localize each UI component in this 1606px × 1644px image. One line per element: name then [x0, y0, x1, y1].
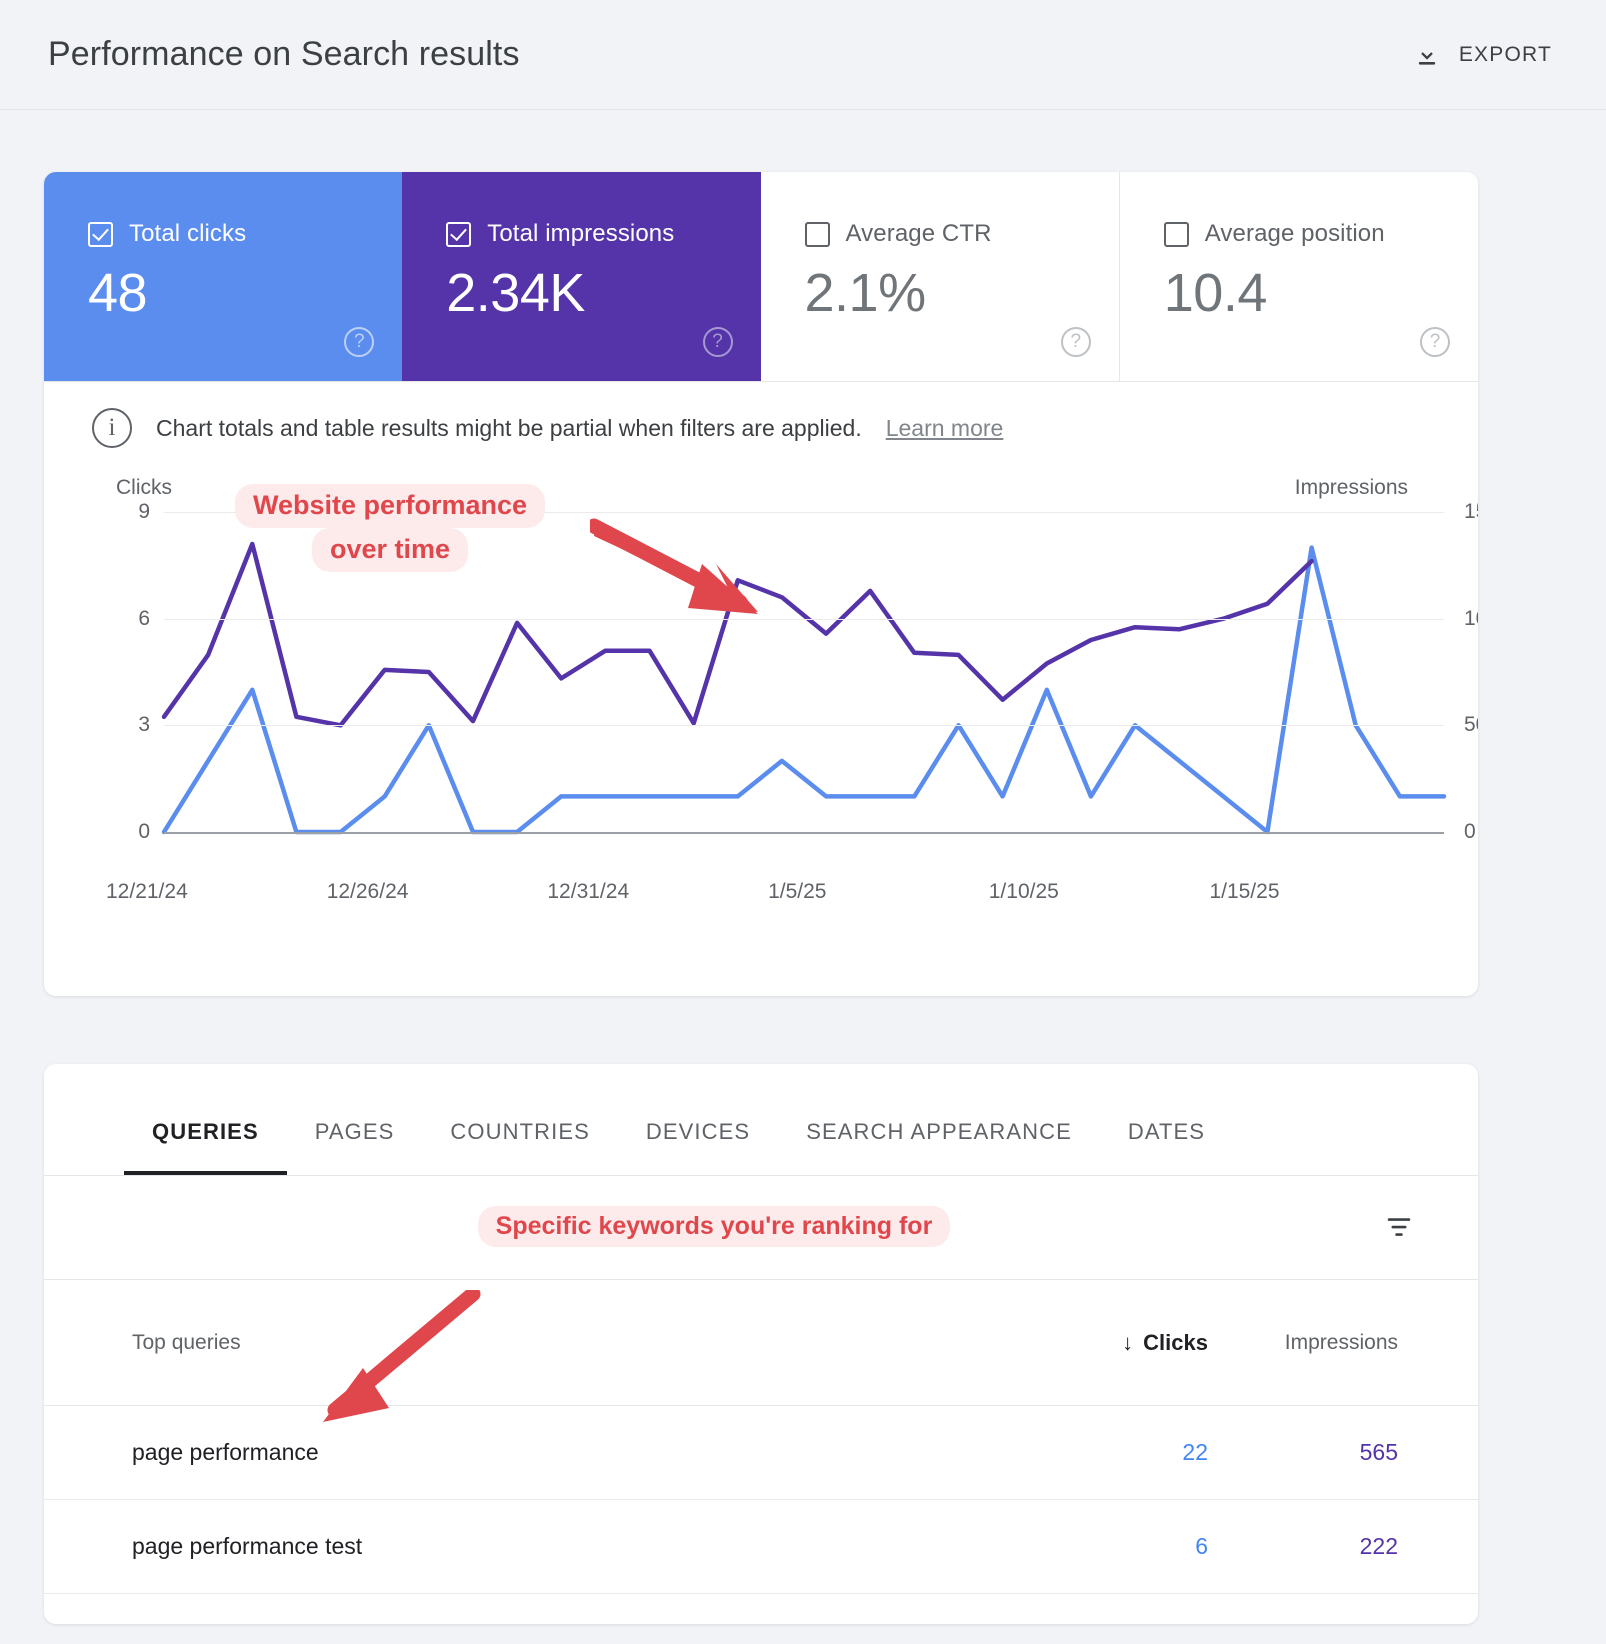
chart-callout-line2: over time [311, 527, 469, 572]
info-icon: i [92, 408, 132, 448]
table-header-row: Top queries ↓ Clicks Impressions [44, 1280, 1478, 1406]
cell-clicks: 6 [1195, 1533, 1208, 1559]
y-tick-left: 3 [138, 713, 150, 737]
column-header-clicks[interactable]: ↓ Clicks [998, 1330, 1208, 1356]
y-tick-right: 0 [1464, 820, 1476, 843]
tab-devices[interactable]: DEVICES [618, 1119, 778, 1175]
y-tick-left: 9 [138, 500, 150, 523]
tab-pages[interactable]: PAGES [287, 1119, 423, 1175]
y-tick-left: 6 [138, 606, 150, 630]
learn-more-link[interactable]: Learn more [886, 415, 1004, 442]
chart-callout: Website performance over time [214, 484, 566, 572]
page-header: Performance on Search results EXPORT [0, 0, 1606, 110]
y-axis-title-clicks: Clicks [116, 476, 172, 499]
cell-query: page performance [132, 1439, 319, 1465]
metric-card-total-clicks[interactable]: Total clicks 48 ? [44, 172, 403, 381]
metric-label: Total clicks [129, 220, 247, 247]
info-banner: i Chart totals and table results might b… [44, 382, 1478, 460]
table-callout: Specific keywords you're ranking for [430, 1206, 998, 1248]
tab-queries[interactable]: QUERIES [124, 1119, 287, 1175]
sort-descending-icon: ↓ [1122, 1329, 1134, 1355]
filter-icon[interactable] [1382, 1212, 1416, 1247]
y-tick-right: 50 [1464, 713, 1478, 737]
cell-impressions: 222 [1359, 1533, 1398, 1559]
x-tick: 1/5/25 [768, 880, 827, 903]
help-icon[interactable]: ? [344, 327, 375, 357]
checkbox-total-impressions[interactable] [446, 221, 472, 247]
cell-clicks: 22 [1182, 1439, 1208, 1465]
table-row[interactable]: page performance test 6 222 [44, 1500, 1478, 1594]
metric-value: 2.34K [446, 263, 585, 323]
help-icon[interactable]: ? [1420, 327, 1450, 357]
cell-impressions: 565 [1359, 1439, 1398, 1465]
metric-card-average-position[interactable]: Average position 10.4 ? [1119, 172, 1478, 381]
y-tick-left: 0 [138, 820, 150, 843]
metric-label: Average CTR [845, 220, 992, 247]
metric-card-average-ctr[interactable]: Average CTR 2.1% ? [760, 172, 1120, 381]
gridline [164, 618, 1444, 620]
chart-callout-arrow-icon [586, 518, 770, 633]
metric-label: Total impressions [487, 220, 675, 247]
table-tabs: QUERIES PAGES COUNTRIES DEVICES SEARCH A… [44, 1064, 1478, 1176]
metric-header: Average position [1163, 220, 1444, 248]
metric-value: 2.1% [804, 263, 927, 323]
x-tick: 1/10/25 [988, 880, 1059, 903]
chart-callout-line1: Website performance [234, 484, 546, 528]
help-icon[interactable]: ? [702, 327, 733, 357]
metric-header: Total impressions [446, 220, 726, 248]
chart-series-clicks [164, 548, 1444, 832]
metric-cards: Total clicks 48 ? Total impressions 2.34… [44, 172, 1478, 382]
x-tick: 12/21/24 [106, 880, 188, 903]
export-button[interactable]: EXPORT [1399, 33, 1566, 77]
metric-label: Average position [1204, 220, 1385, 247]
checkbox-average-ctr[interactable] [804, 221, 830, 247]
export-label: EXPORT [1458, 42, 1552, 66]
gridline [164, 725, 1444, 727]
metric-card-total-impressions[interactable]: Total impressions 2.34K ? [402, 172, 761, 381]
info-banner-text: Chart totals and table results might be … [156, 414, 862, 441]
tab-countries[interactable]: COUNTRIES [422, 1119, 617, 1175]
metric-header: Average CTR [804, 220, 1085, 248]
cell-query: page performance test [132, 1533, 363, 1559]
table-row[interactable]: page performance 22 565 [44, 1406, 1478, 1500]
column-header-clicks-label: Clicks [1143, 1329, 1208, 1355]
download-icon [1413, 41, 1441, 69]
checkbox-total-clicks[interactable] [88, 221, 113, 247]
x-tick: 12/31/24 [547, 880, 630, 903]
table-callout-line1: Specific keywords you're ranking for [477, 1206, 951, 1248]
metric-value: 48 [88, 263, 148, 323]
metric-header: Total clicks [88, 220, 368, 248]
axis-baseline [164, 832, 1444, 834]
tab-dates[interactable]: DATES [1100, 1119, 1233, 1175]
table-callout-arrow-icon [305, 1286, 485, 1435]
metric-value: 10.4 [1163, 263, 1268, 323]
tab-search-appearance[interactable]: SEARCH APPEARANCE [778, 1119, 1100, 1175]
y-tick-right: 100 [1464, 606, 1478, 630]
x-tick: 1/15/25 [1209, 880, 1280, 903]
results-table-card: QUERIES PAGES COUNTRIES DEVICES SEARCH A… [44, 1064, 1478, 1624]
y-tick-right: 150 [1464, 500, 1478, 523]
x-tick: 12/26/24 [326, 880, 409, 903]
checkbox-average-position[interactable] [1163, 221, 1189, 247]
help-icon[interactable]: ? [1060, 327, 1091, 357]
y-axis-title-impressions: Impressions [1294, 476, 1408, 499]
performance-page: Performance on Search results EXPORT Tot… [0, 0, 1606, 1644]
column-header-top-queries[interactable]: Top queries [88, 1331, 998, 1355]
page-title: Performance on Search results [48, 35, 520, 73]
column-header-impressions[interactable]: Impressions [1208, 1331, 1398, 1355]
